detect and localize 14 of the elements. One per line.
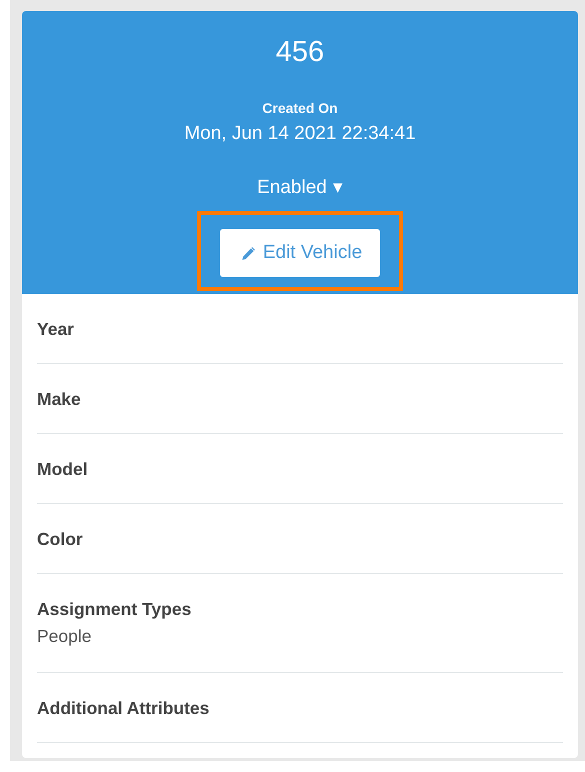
- created-date: Mon, Jun 14 2021 22:34:41: [184, 122, 416, 146]
- vehicle-name: 456: [276, 35, 324, 69]
- field-label: Color: [37, 528, 84, 550]
- created-label: Created On: [262, 99, 338, 117]
- field-label: Assignment Types: [37, 598, 192, 620]
- edit-vehicle-button[interactable]: Edit Vehicle: [220, 229, 380, 277]
- pencil-icon: [240, 244, 257, 262]
- status-dropdown[interactable]: Enabled ▾: [257, 176, 343, 200]
- field-value: People: [37, 625, 92, 648]
- field-label: Make: [37, 388, 82, 410]
- field-label: Additional Attributes: [37, 696, 210, 718]
- field-label: Model: [37, 458, 89, 480]
- caret-icon: ▾: [332, 176, 343, 200]
- field-label: Year: [37, 318, 75, 340]
